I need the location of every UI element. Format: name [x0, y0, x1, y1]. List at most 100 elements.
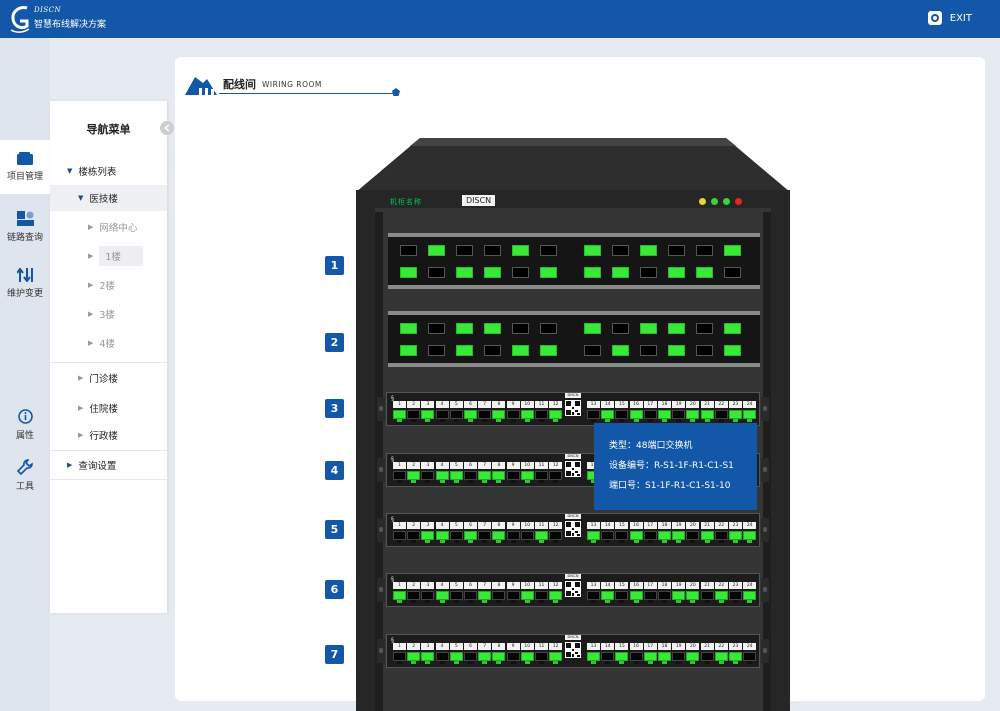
rj45-jack[interactable] [643, 591, 657, 603]
patch-port[interactable] [512, 245, 529, 256]
switch-port[interactable]: 9 [506, 582, 520, 603]
switch-port[interactable]: 19 [672, 643, 686, 664]
switch-port[interactable]: 3 [421, 462, 435, 483]
switch-port[interactable]: 1 [393, 582, 406, 603]
unit-number-7[interactable]: 7 [325, 645, 344, 664]
rj45-jack[interactable] [421, 471, 435, 483]
rj45-jack[interactable] [587, 410, 600, 422]
rj45-jack[interactable] [629, 591, 643, 603]
patch-port[interactable] [428, 245, 445, 256]
switch-port[interactable]: 10 [520, 643, 534, 664]
switch-port[interactable]: 9 [506, 462, 520, 483]
patch-port[interactable] [696, 245, 713, 256]
rj45-jack[interactable] [672, 410, 686, 422]
rj45-jack[interactable] [643, 652, 657, 664]
sidebar-item-link-query[interactable]: 链路查询 [0, 200, 50, 254]
patch-port[interactable] [456, 245, 473, 256]
rj45-jack[interactable] [601, 652, 615, 664]
switch-port[interactable]: 5 [449, 401, 463, 422]
switch-port[interactable]: 7 [478, 462, 492, 483]
patch-port[interactable] [696, 267, 713, 278]
patch-port[interactable] [540, 245, 557, 256]
switch-port[interactable]: 21 [700, 582, 714, 603]
switch-port[interactable]: 3 [421, 643, 435, 664]
switch-port[interactable]: 23 [729, 401, 742, 422]
switch-port[interactable]: 6 [464, 643, 477, 664]
patch-port[interactable] [584, 267, 601, 278]
rj45-jack[interactable] [535, 531, 548, 543]
rj45-jack[interactable] [629, 410, 643, 422]
switch-port[interactable]: 13 [587, 522, 600, 543]
rj45-jack[interactable] [407, 652, 421, 664]
rj45-jack[interactable] [464, 531, 477, 543]
patch-port[interactable] [428, 345, 445, 356]
unit-number-5[interactable]: 5 [325, 520, 344, 539]
switch-port[interactable]: 8 [492, 643, 506, 664]
switch-port[interactable]: 19 [672, 522, 686, 543]
rj45-jack[interactable] [615, 531, 629, 543]
switch-port[interactable]: 11 [535, 582, 548, 603]
switch-port[interactable]: 14 [601, 522, 615, 543]
switch-port[interactable]: 21 [700, 401, 714, 422]
rj45-jack[interactable] [478, 410, 492, 422]
switch-port[interactable]: 15 [615, 522, 629, 543]
nav-floor-2[interactable]: ▶ 2楼 [50, 272, 167, 298]
rj45-jack[interactable] [686, 410, 700, 422]
switch-port[interactable]: 6 [464, 401, 477, 422]
rj45-jack[interactable] [549, 471, 563, 483]
nav-floor-3[interactable]: ▶ 3楼 [50, 301, 167, 327]
rj45-jack[interactable] [672, 531, 686, 543]
unit-number-2[interactable]: 2 [325, 333, 344, 352]
rj45-jack[interactable] [421, 410, 435, 422]
switch-port[interactable]: 17 [643, 522, 657, 543]
patch-port[interactable] [640, 323, 657, 334]
rj45-jack[interactable] [700, 591, 714, 603]
patch-port[interactable] [484, 345, 501, 356]
rj45-jack[interactable] [492, 471, 506, 483]
patch-port[interactable] [640, 345, 657, 356]
rj45-jack[interactable] [601, 591, 615, 603]
switch-port[interactable]: 8 [492, 582, 506, 603]
patch-port[interactable] [512, 267, 529, 278]
switch-port[interactable]: 12 [549, 643, 563, 664]
switch-port[interactable]: 20 [686, 401, 700, 422]
patch-port[interactable] [640, 245, 657, 256]
rj45-jack[interactable] [520, 531, 534, 543]
rj45-jack[interactable] [449, 652, 463, 664]
switch-port[interactable]: 12 [549, 522, 563, 543]
switch-port[interactable]: 17 [643, 643, 657, 664]
nav-building-inpatient[interactable]: ▶ 住院楼 [50, 395, 167, 421]
switch-port[interactable]: 8 [492, 462, 506, 483]
rj45-jack[interactable] [478, 471, 492, 483]
patch-port[interactable] [584, 245, 601, 256]
rj45-jack[interactable] [729, 410, 742, 422]
switch-port[interactable]: 24 [743, 582, 757, 603]
rj45-jack[interactable] [587, 591, 600, 603]
switch-port[interactable]: 10 [520, 522, 534, 543]
patch-port[interactable] [696, 323, 713, 334]
switch-port[interactable]: 24 [743, 401, 757, 422]
switch-port[interactable]: 12 [549, 462, 563, 483]
unit-number-1[interactable]: 1 [325, 256, 344, 275]
patch-port[interactable] [640, 267, 657, 278]
patch-port[interactable] [484, 245, 501, 256]
switch-port[interactable]: 1 [393, 643, 406, 664]
switch-port[interactable]: 4 [435, 643, 449, 664]
patch-port[interactable] [540, 345, 557, 356]
rj45-jack[interactable] [449, 591, 463, 603]
rj45-jack[interactable] [714, 410, 728, 422]
rj45-jack[interactable] [492, 591, 506, 603]
rj45-jack[interactable] [435, 531, 449, 543]
rj45-jack[interactable] [421, 652, 435, 664]
patch-port[interactable] [612, 345, 629, 356]
patch-port[interactable] [724, 323, 741, 334]
patch-port[interactable] [512, 323, 529, 334]
switch-port[interactable]: 12 [549, 401, 563, 422]
switch-port[interactable]: 8 [492, 401, 506, 422]
rj45-jack[interactable] [535, 591, 548, 603]
switch-port[interactable]: 11 [535, 401, 548, 422]
switch-port[interactable]: 5 [449, 643, 463, 664]
rj45-jack[interactable] [435, 471, 449, 483]
patch-port[interactable] [428, 267, 445, 278]
patch-port[interactable] [668, 345, 685, 356]
